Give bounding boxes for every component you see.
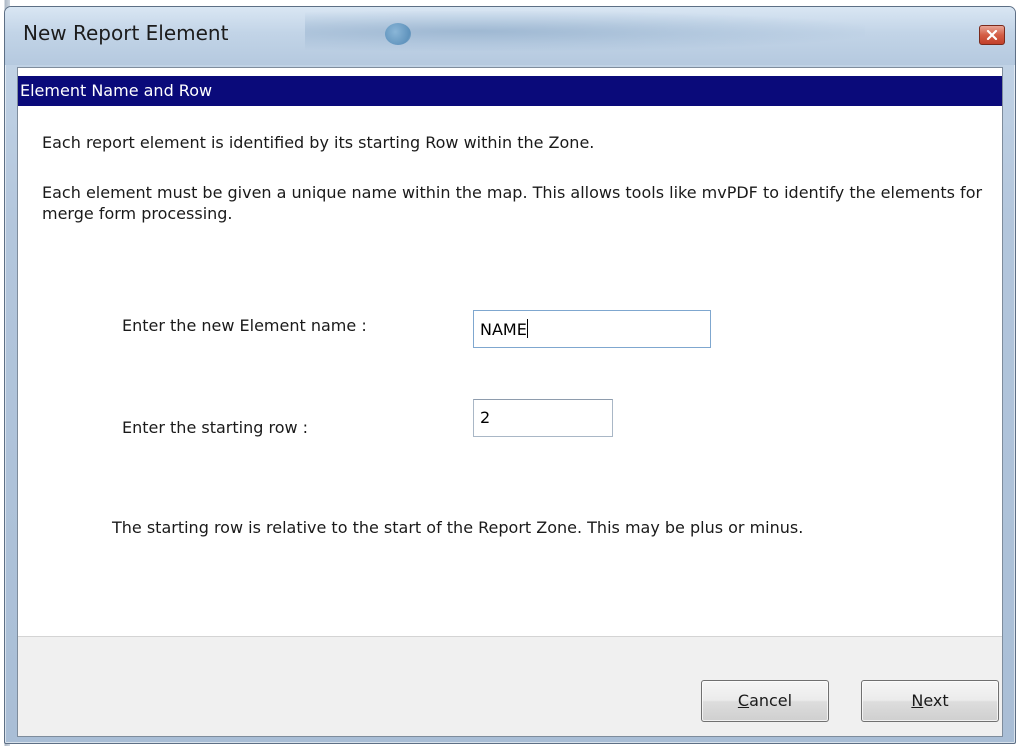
cancel-mnemonic: C (737, 691, 750, 710)
element-name-input[interactable]: NAME (473, 310, 711, 348)
instruction-row-text: Each report element is identified by its… (42, 133, 595, 152)
element-name-value: NAME (480, 320, 527, 339)
next-label: ext (923, 691, 949, 710)
starting-row-input[interactable]: 2 (473, 399, 613, 437)
next-mnemonic: N (911, 691, 924, 710)
close-button[interactable] (979, 25, 1005, 45)
window-title: New Report Element (23, 21, 229, 45)
text-caret (526, 319, 528, 338)
cancel-button[interactable]: Cancel (701, 680, 829, 722)
instruction-name-text: Each element must be given a unique name… (42, 183, 983, 223)
starting-row-label: Enter the starting row : (122, 418, 309, 437)
title-bar-glass-highlight (385, 23, 411, 45)
starting-row-value: 2 (480, 408, 491, 427)
element-name-label: Enter the new Element name : (122, 316, 367, 335)
dialog-client-area: Element Name and Row Each report element… (17, 67, 1003, 737)
close-icon (986, 30, 998, 40)
dialog-window: New Report Element Element Name and Row … (4, 6, 1016, 744)
cancel-label: ancel (749, 691, 793, 710)
button-bar: Cancel Next (18, 636, 1002, 736)
section-header: Element Name and Row (18, 76, 1002, 106)
title-bar[interactable]: New Report Element (5, 7, 1015, 65)
starting-row-note: The starting row is relative to the star… (112, 518, 804, 537)
screen: New Report Element Element Name and Row … (0, 0, 1020, 746)
next-button[interactable]: Next (861, 680, 999, 722)
